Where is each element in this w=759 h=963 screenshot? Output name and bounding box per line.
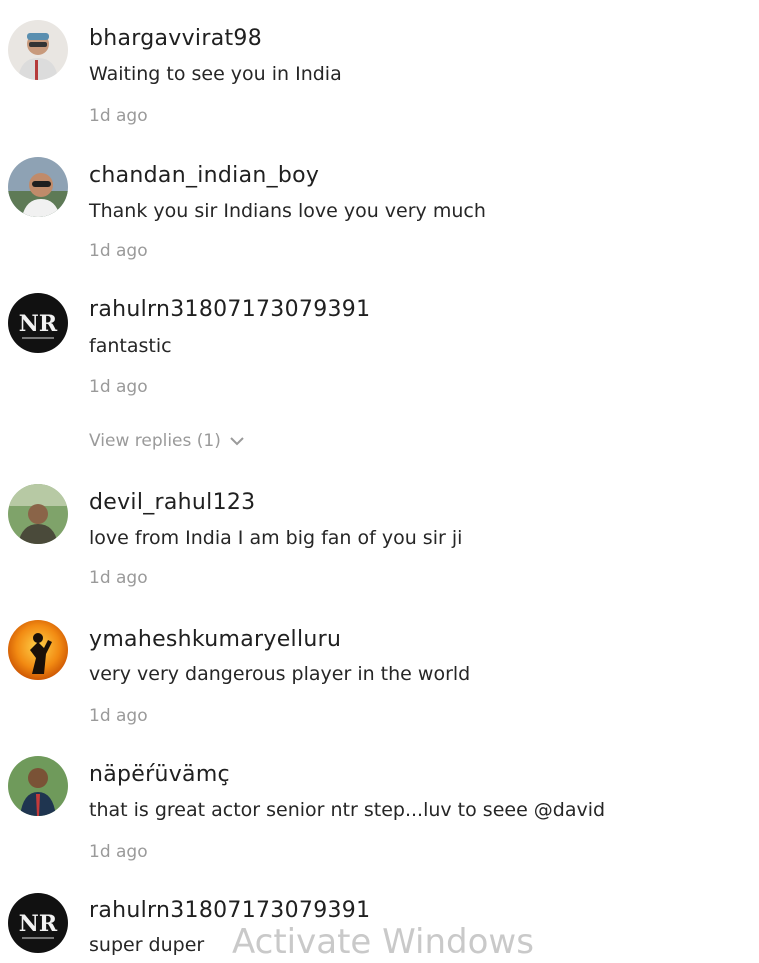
comment-timestamp: 1d ago <box>89 706 148 726</box>
comment-text: love from India I am big fan of you sir … <box>89 527 463 549</box>
comment-username[interactable]: chandan_indian_boy <box>89 163 319 188</box>
comment-text: fantastic <box>89 335 172 357</box>
comment-text: Thank you sir Indians love you very much <box>89 200 486 222</box>
hanuman-icon <box>8 620 68 680</box>
avatar[interactable] <box>8 157 68 217</box>
comment-username[interactable]: rahulrn31807173079391 <box>89 898 370 923</box>
comment-text: that is great actor senior ntr step...lu… <box>89 799 606 821</box>
comment-username[interactable]: näpëŕüvämç <box>89 762 230 787</box>
comment-text: very very dangerous player in the world <box>89 663 471 685</box>
svg-text:NR: NR <box>19 311 58 337</box>
comment-username[interactable]: devil_rahul123 <box>89 490 255 515</box>
user-photo-icon <box>8 20 68 80</box>
comment-timestamp: 1d ago <box>89 106 148 126</box>
avatar[interactable] <box>8 20 68 80</box>
view-replies-label: View replies (1) <box>89 431 221 451</box>
avatar[interactable] <box>8 756 68 816</box>
comment-timestamp: 1d ago <box>89 241 148 261</box>
comment-timestamp: 1d ago <box>89 842 148 862</box>
comment-timestamp: 1d ago <box>89 568 148 588</box>
svg-text:NR: NR <box>19 911 58 937</box>
view-replies-button[interactable]: View replies (1) <box>89 431 245 451</box>
nr-logo-icon: NR <box>8 893 68 953</box>
avatar[interactable] <box>8 620 68 680</box>
activate-windows-watermark: Activate Windows <box>232 922 534 962</box>
nr-logo-icon: NR <box>8 293 68 353</box>
comment-text: Waiting to see you in India <box>89 63 342 85</box>
user-photo-icon <box>8 484 68 544</box>
comment-username[interactable]: ymaheshkumaryelluru <box>89 627 341 652</box>
avatar[interactable]: NR <box>8 293 68 353</box>
comment-text: super duper <box>89 934 205 956</box>
avatar[interactable]: NR <box>8 893 68 953</box>
comment-username[interactable]: rahulrn31807173079391 <box>89 297 370 322</box>
chevron-down-icon <box>230 437 244 446</box>
avatar[interactable] <box>8 484 68 544</box>
user-photo-icon <box>8 756 68 816</box>
comment-username[interactable]: bhargavvirat98 <box>89 26 262 51</box>
comment-timestamp: 1d ago <box>89 377 148 397</box>
user-photo-icon <box>8 157 68 217</box>
